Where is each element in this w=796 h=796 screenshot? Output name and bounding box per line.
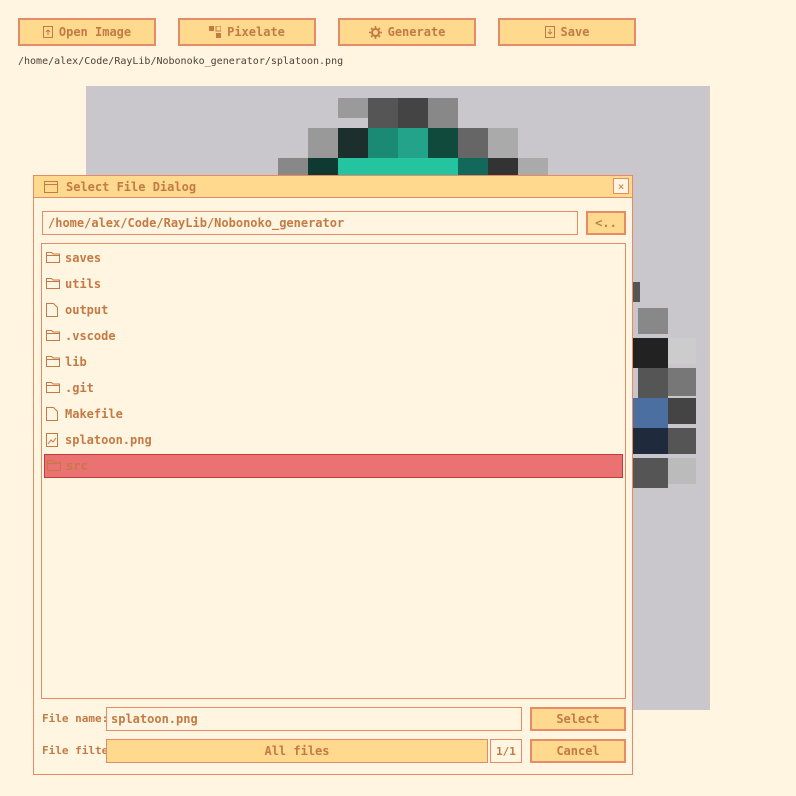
- folder-icon: [46, 329, 60, 343]
- file-list-item[interactable]: src: [44, 454, 623, 478]
- file-list-item[interactable]: output: [44, 298, 623, 322]
- file-list-item-label: output: [65, 303, 109, 317]
- directory-path-input[interactable]: /home/alex/Code/RayLib/Nobonoko_generato…: [42, 211, 578, 235]
- dialog-title-bar[interactable]: Select File Dialog: [34, 176, 632, 198]
- file-name-label: File name:: [42, 712, 109, 725]
- file-save-icon: [544, 26, 555, 38]
- file-open-icon: [42, 26, 53, 38]
- parent-directory-button[interactable]: <..: [586, 211, 626, 235]
- gear-icon: [368, 25, 382, 39]
- file-name-input[interactable]: splatoon.png: [106, 707, 522, 731]
- file-icon: [46, 407, 60, 421]
- pixelate-icon: [209, 26, 222, 38]
- save-button[interactable]: Save: [498, 18, 636, 46]
- cancel-button[interactable]: Cancel: [530, 739, 626, 763]
- close-button[interactable]: ×: [613, 178, 629, 194]
- folder-icon: [46, 277, 60, 291]
- generate-button[interactable]: Generate: [338, 18, 476, 46]
- file-list-item[interactable]: Makefile: [44, 402, 623, 426]
- file-list-item[interactable]: splatoon.png: [44, 428, 623, 452]
- folder-icon: [47, 459, 61, 473]
- file-list-item[interactable]: .vscode: [44, 324, 623, 348]
- file-list-item[interactable]: lib: [44, 350, 623, 374]
- select-button[interactable]: Select: [530, 707, 626, 731]
- open-image-button[interactable]: Open Image: [18, 18, 156, 46]
- filter-page-indicator: 1/1: [490, 739, 522, 763]
- folder-icon: [46, 381, 60, 395]
- window-icon: [44, 180, 58, 193]
- file-list-item[interactable]: utils: [44, 272, 623, 296]
- file-list-item-label: utils: [65, 277, 102, 291]
- close-icon: ×: [617, 179, 625, 193]
- file-icon: [46, 303, 60, 317]
- folder-icon: [46, 251, 60, 265]
- file-filter-dropdown[interactable]: All files: [106, 739, 488, 763]
- file-list-item[interactable]: .git: [44, 376, 623, 400]
- select-file-dialog: Select File Dialog × /home/alex/Code/Ray…: [33, 175, 633, 775]
- image-file-icon: [46, 433, 60, 447]
- file-list-item-label: lib: [65, 355, 87, 369]
- generate-label: Generate: [387, 25, 446, 39]
- pixelate-label: Pixelate: [227, 25, 285, 39]
- save-label: Save: [560, 25, 590, 39]
- file-list-item[interactable]: saves: [44, 246, 623, 270]
- file-list-item-label: saves: [65, 251, 102, 265]
- file-list[interactable]: saves utils output .vscode lib .git Makefile sp…: [41, 243, 626, 699]
- current-file-path: /home/alex/Code/RayLib/Nobonoko_generato…: [18, 56, 344, 67]
- file-list-item-label: Makefile: [65, 407, 123, 421]
- folder-icon: [46, 355, 60, 369]
- file-list-item-label: src: [66, 459, 88, 473]
- file-list-item-label: splatoon.png: [65, 433, 152, 447]
- open-image-label: Open Image: [58, 25, 132, 39]
- pixelate-button[interactable]: Pixelate: [178, 18, 316, 46]
- file-list-item-label: .vscode: [65, 329, 116, 343]
- file-list-item-label: .git: [65, 381, 94, 395]
- dialog-title: Select File Dialog: [66, 179, 197, 194]
